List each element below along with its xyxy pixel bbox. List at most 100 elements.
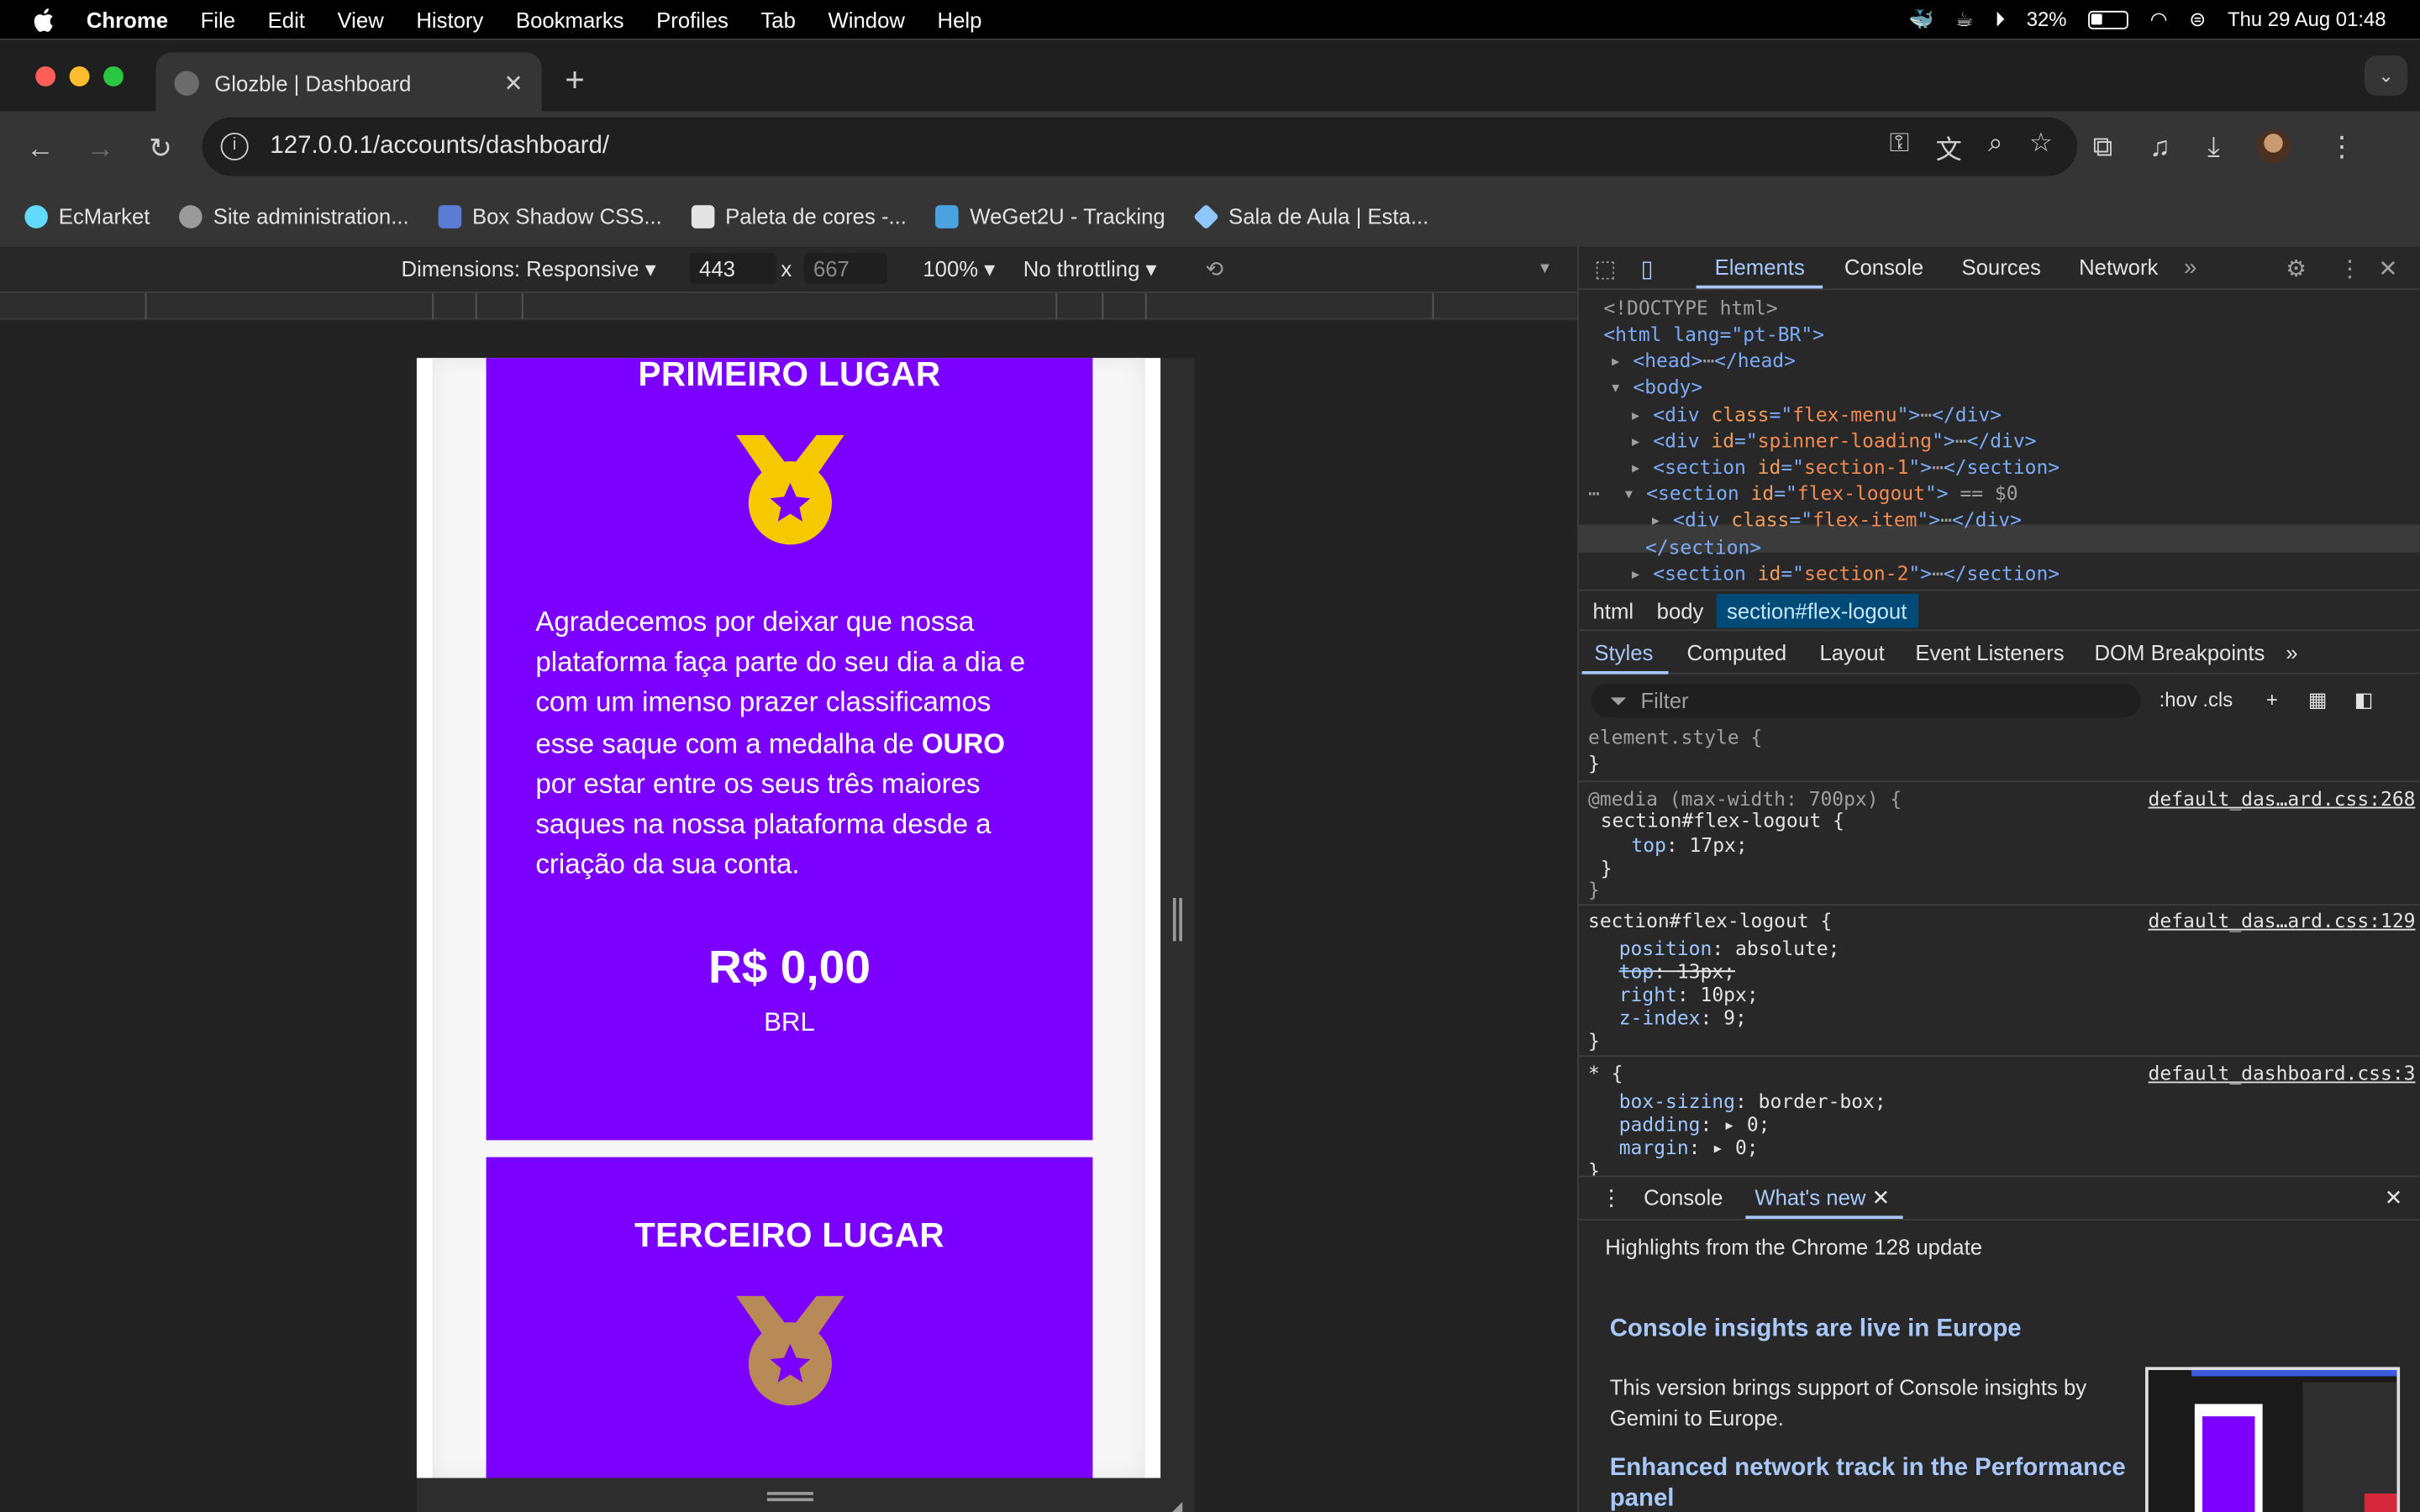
menu-help[interactable]: Help — [938, 7, 982, 31]
address-bar[interactable]: i 127.0.0.1/accounts/dashboard/ ⚿ 文 ⌕ ☆ — [202, 117, 2078, 176]
wifi-icon[interactable]: ◠ — [2150, 7, 2168, 31]
rule3-selector[interactable]: * { — [1588, 1062, 1623, 1085]
menu-edit[interactable]: Edit — [268, 7, 305, 31]
more-tabs-icon[interactable]: » — [2184, 255, 2196, 281]
doctype-line[interactable]: <!DOCTYPE html> — [1603, 295, 1777, 321]
bookmark-ecmarket[interactable]: EcMarket — [24, 203, 150, 228]
add-rule-icon[interactable]: + — [2266, 688, 2278, 711]
dom-spinner[interactable]: ▸ <div id="spinner-loading">⋯</div> — [1630, 428, 2037, 454]
whats-new-heading-2[interactable]: Enhanced network track in the Performanc… — [1610, 1453, 2134, 1512]
zoom-window-button[interactable] — [103, 66, 124, 87]
device-more-icon[interactable]: ▼ — [1537, 260, 1552, 276]
back-arrow-icon[interactable]: ← — [22, 129, 59, 166]
media-control-icon[interactable]: ♫ — [2149, 130, 2170, 163]
whats-new-heading-1[interactable]: Console insights are live in Europe — [1610, 1316, 2022, 1344]
play-circle-icon[interactable]: ⏵ — [1995, 7, 2005, 31]
menu-view[interactable]: View — [337, 7, 383, 31]
tab-elements[interactable]: Elements — [1715, 255, 1805, 279]
screenshot-thumbnail[interactable] — [2145, 1367, 2401, 1512]
decl-position[interactable]: position: absolute; — [1619, 937, 1840, 960]
tab-dom-breakpoints[interactable]: DOM Breakpoints — [2094, 640, 2265, 664]
dom-section-2[interactable]: ▸ <section id="section-2">⋯</section> — [1630, 560, 2060, 586]
dom-section-close[interactable]: </section> — [1645, 534, 1761, 560]
close-tab-icon[interactable]: ✕ — [504, 69, 523, 97]
kebab-menu-icon[interactable]: ⋮ — [2338, 255, 2362, 282]
styles-filter-input[interactable]: ⏷ Filter — [1591, 683, 2141, 718]
minimize-window-button[interactable] — [69, 66, 90, 87]
width-input[interactable]: 443 — [690, 253, 776, 284]
battery-icon[interactable] — [2088, 9, 2129, 29]
translate-icon[interactable]: 文 — [1936, 128, 1962, 166]
hov-cls-toggles[interactable]: :hov .cls — [2160, 688, 2233, 711]
media-query-ruler[interactable] — [0, 291, 1578, 320]
menu-window[interactable]: Window — [828, 7, 904, 31]
decl-box-sizing[interactable]: box-sizing: border-box; — [1619, 1089, 1886, 1113]
crumb-section[interactable]: section#flex-logout — [1716, 593, 1918, 627]
tab-event-listeners[interactable]: Event Listeners — [1915, 640, 2064, 664]
tab-network[interactable]: Network — [2079, 255, 2158, 279]
tab-console[interactable]: Console — [1844, 255, 1923, 279]
device-toggle-icon[interactable]: ▯ — [1640, 255, 1653, 282]
html-line[interactable]: <html lang="pt-BR"> — [1603, 321, 1824, 347]
forward-arrow-icon[interactable]: → — [82, 129, 118, 166]
height-input[interactable]: 667 — [803, 253, 888, 284]
dom-flex-logout[interactable]: ⋯ ▾ <section id="flex-logout"> == $0 — [1588, 480, 2018, 506]
inspect-element-icon[interactable]: ⬚ — [1594, 255, 1616, 282]
decl-padding[interactable]: padding: ▸ 0; — [1619, 1112, 1770, 1136]
rotate-icon[interactable]: ⟲ — [1205, 255, 1223, 281]
crumb-html[interactable]: html — [1593, 598, 1634, 622]
control-center-icon[interactable]: ⊜ — [2189, 7, 2206, 31]
paint-icon[interactable]: ▦ — [2308, 688, 2328, 711]
more-subtabs-icon[interactable]: » — [2286, 640, 2297, 664]
bookmark-sala-de-aula[interactable]: Sala de Aula | Esta... — [1192, 202, 1428, 229]
reload-icon[interactable]: ↻ — [142, 129, 179, 166]
dom-section-1[interactable]: ▸ <section id="section-1">⋯</section> — [1630, 454, 2060, 480]
tab-styles[interactable]: Styles — [1594, 640, 1653, 664]
head-line[interactable]: ▸ <head>⋯</head> — [1610, 347, 1796, 373]
decl-top-overridden[interactable]: top: 13px; — [1619, 959, 1735, 983]
bookmark-weget2u[interactable]: WeGet2U - Tracking — [935, 203, 1165, 228]
site-info-icon[interactable]: i — [220, 132, 249, 161]
tea-cup-icon[interactable]: ☕ — [1955, 7, 1973, 31]
browser-tab[interactable]: Glozble | Dashboard ✕ — [155, 52, 542, 113]
media-decl[interactable]: top: 17px; — [1631, 833, 1747, 857]
bookmark-paleta[interactable]: Paleta de cores -... — [691, 203, 907, 228]
decl-right[interactable]: right: 10px; — [1619, 983, 1759, 1006]
close-window-button[interactable] — [35, 66, 56, 87]
resize-handle-horizontal[interactable] — [766, 1492, 813, 1502]
dom-flex-menu[interactable]: ▸ <div class="flex-menu">⋯</div> — [1630, 402, 2002, 428]
menu-file[interactable]: File — [201, 7, 235, 31]
bookmark-site-admin[interactable]: Site administration... — [179, 203, 409, 228]
menu-chrome[interactable]: Chrome — [87, 7, 168, 31]
tab-sources[interactable]: Sources — [1961, 255, 2040, 279]
clock[interactable]: Thu 29 Aug 01:48 — [2228, 8, 2386, 31]
url-text[interactable]: 127.0.0.1/accounts/dashboard/ — [270, 133, 609, 160]
extensions-icon[interactable]: ⧉ — [2093, 130, 2113, 163]
menu-bookmarks[interactable]: Bookmarks — [516, 7, 624, 31]
zoom-icon[interactable]: ⌕ — [1988, 128, 2003, 166]
download-icon[interactable]: ⤓ — [2207, 130, 2220, 163]
apple-icon[interactable] — [31, 5, 59, 33]
element-style-selector[interactable]: element.style { — [1588, 725, 1762, 748]
bookmark-star-icon[interactable]: ☆ — [2029, 128, 2053, 166]
decl-margin[interactable]: margin: ▸ 0; — [1619, 1136, 1759, 1159]
decl-z-index[interactable]: z-index: 9; — [1619, 1006, 1747, 1030]
crumb-body[interactable]: body — [1657, 598, 1704, 622]
menu-history[interactable]: History — [416, 7, 483, 31]
menu-profiles[interactable]: Profiles — [656, 7, 729, 31]
key-icon[interactable]: ⚿ — [1890, 128, 1910, 166]
tab-layout[interactable]: Layout — [1820, 640, 1885, 664]
settings-gear-icon[interactable]: ⚙ — [2286, 255, 2307, 282]
bookmark-box-shadow[interactable]: Box Shadow CSS... — [438, 203, 662, 228]
body-line[interactable]: ▾ <body> — [1610, 373, 1703, 399]
sidebar-toggle-icon[interactable]: ◧ — [2354, 688, 2374, 711]
rule2-source-link[interactable]: default_das…ard.css:129 — [2149, 909, 2416, 932]
resize-handle-vertical[interactable] — [1172, 897, 1182, 942]
new-tab-icon[interactable]: + — [565, 60, 585, 101]
profile-avatar[interactable] — [2256, 129, 2291, 164]
media-source-link[interactable]: default_das…ard.css:268 — [2149, 787, 2416, 811]
throttling-select[interactable]: No throttling ▾ — [1023, 255, 1157, 281]
more-menu-icon[interactable]: ⋮ — [2328, 130, 2355, 163]
close-devtools-icon[interactable]: ✕ — [2378, 255, 2397, 282]
docker-icon[interactable]: 🐳 — [1909, 7, 1934, 31]
